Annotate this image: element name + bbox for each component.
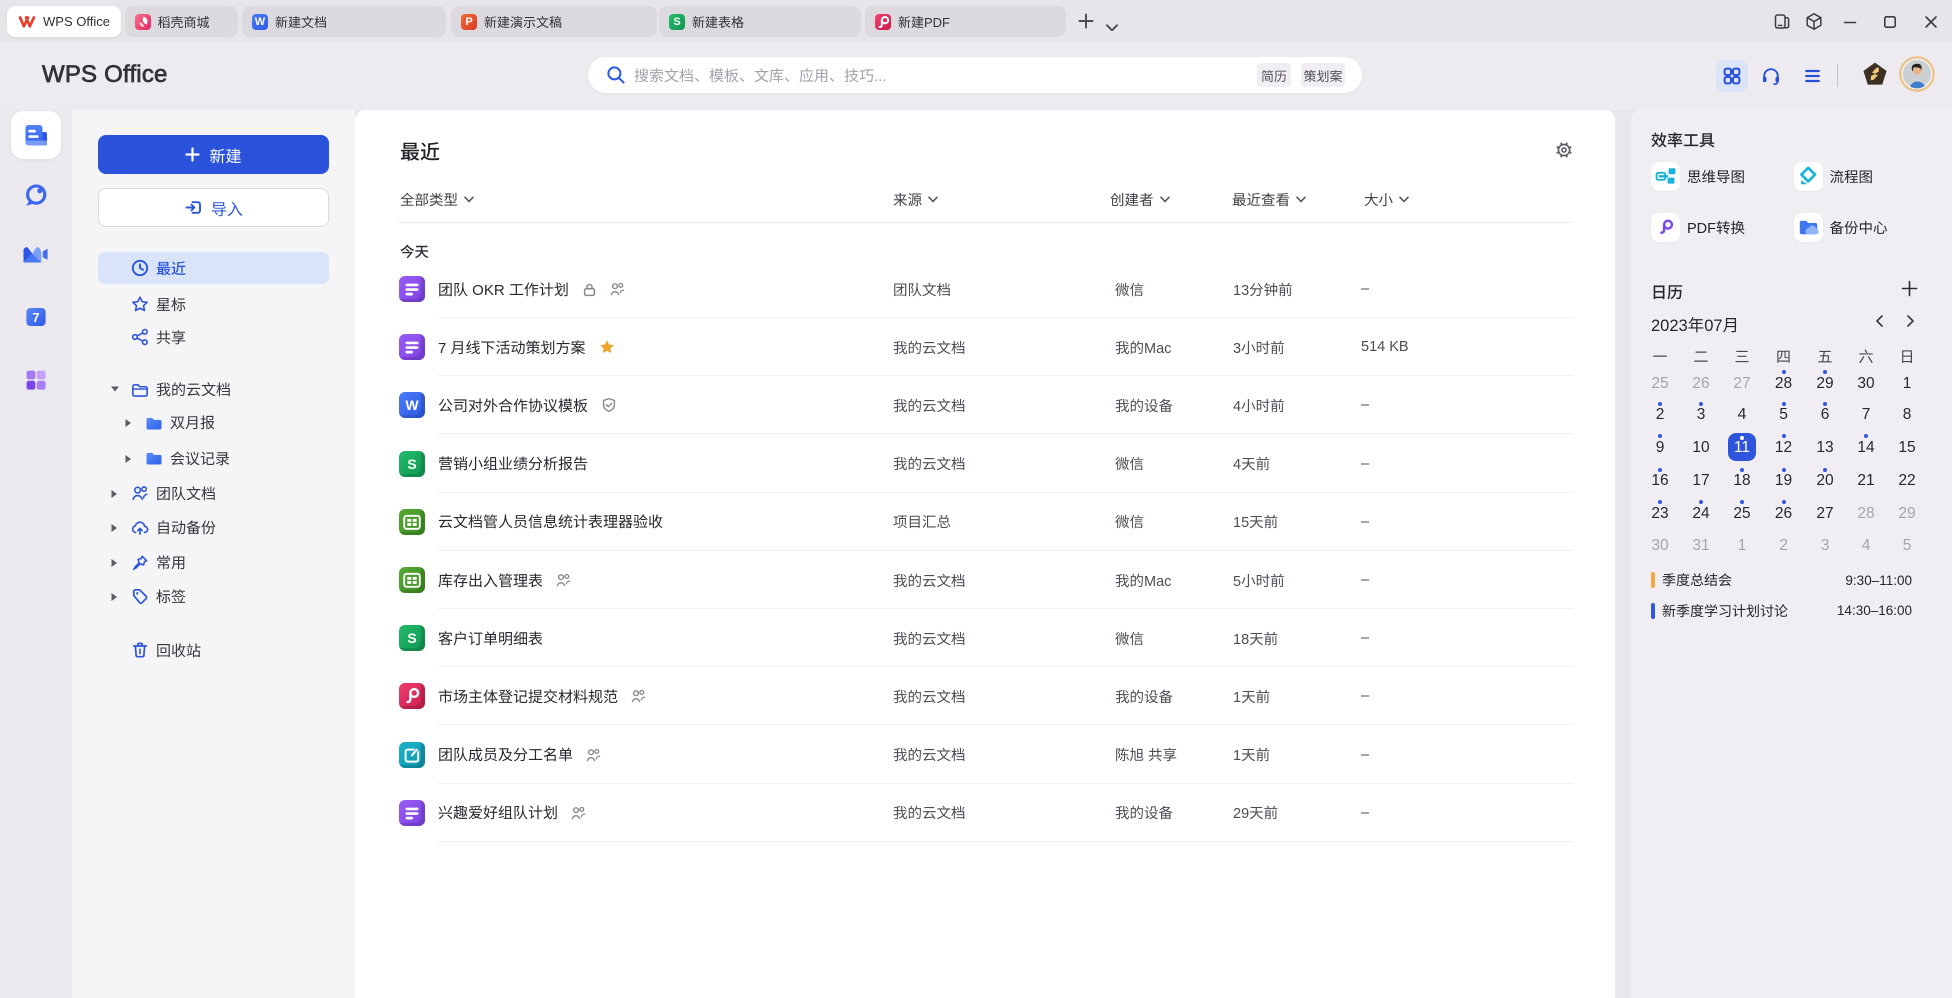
svg-text:7: 7 [32,310,39,325]
